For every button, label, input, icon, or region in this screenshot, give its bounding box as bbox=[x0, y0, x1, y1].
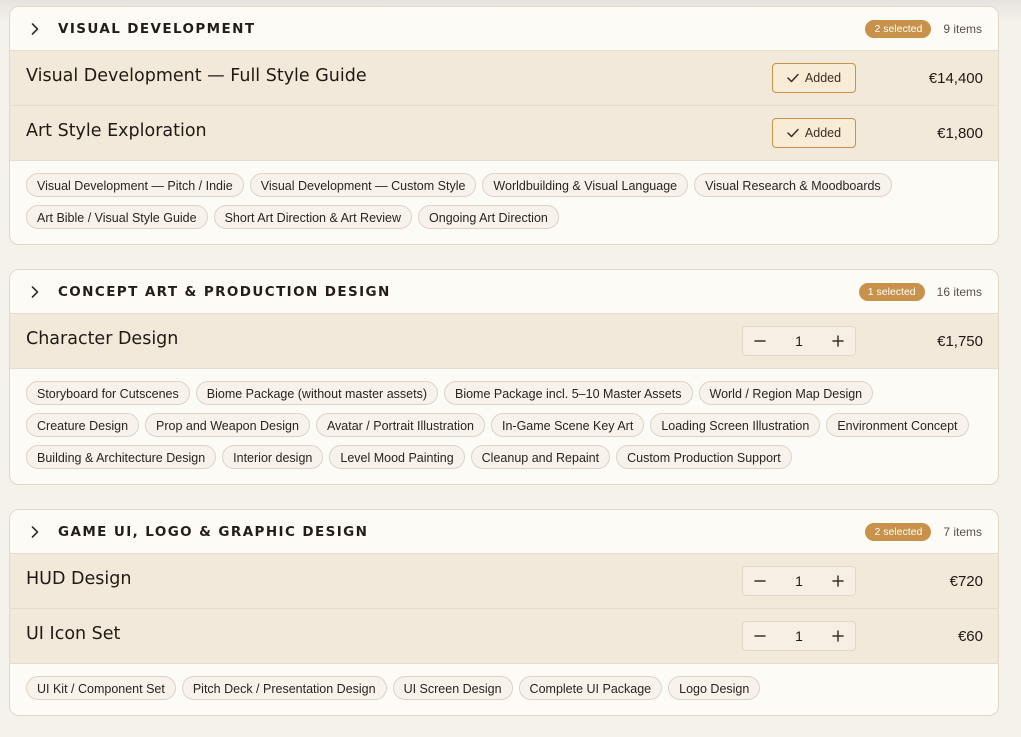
check-icon bbox=[787, 73, 799, 83]
selected-item-row: HUD Design 1 €720 bbox=[10, 554, 998, 609]
item-chip[interactable]: UI Kit / Component Set bbox=[26, 676, 176, 700]
quantity-stepper: 1 bbox=[742, 621, 856, 651]
item-chip[interactable]: Worldbuilding & Visual Language bbox=[482, 173, 689, 197]
section-concept-art: CONCEPT ART & PRODUCTION DESIGN 1 select… bbox=[9, 269, 999, 485]
quantity-stepper: 1 bbox=[742, 326, 856, 356]
quantity-value: 1 bbox=[795, 628, 803, 644]
item-price: €60 bbox=[957, 627, 983, 645]
quantity-value: 1 bbox=[795, 573, 803, 589]
selected-item-row: Visual Development — Full Style Guide Ad… bbox=[10, 51, 998, 106]
available-items: Storyboard for Cutscenes Biome Package (… bbox=[10, 369, 998, 479]
selected-badge: 2 selected bbox=[865, 19, 932, 38]
selected-item-row: Art Style Exploration Added €1,800 bbox=[10, 106, 998, 161]
item-chip[interactable]: Biome Package incl. 5–10 Master Assets bbox=[443, 381, 693, 405]
item-chip[interactable]: Cleanup and Repaint bbox=[470, 445, 611, 469]
selected-badge: 2 selected bbox=[865, 522, 932, 541]
item-chip[interactable]: Pitch Deck / Presentation Design bbox=[181, 676, 387, 700]
plus-icon bbox=[832, 335, 844, 347]
section-header[interactable]: VISUAL DEVELOPMENT 2 selected 9 items bbox=[10, 7, 998, 51]
item-chip[interactable]: Custom Production Support bbox=[616, 445, 792, 469]
item-count: 9 items bbox=[943, 21, 982, 36]
section-title: CONCEPT ART & PRODUCTION DESIGN bbox=[58, 283, 391, 300]
decrement-button[interactable] bbox=[743, 327, 777, 355]
item-chip[interactable]: Storyboard for Cutscenes bbox=[26, 381, 190, 405]
section-title: GAME UI, LOGO & GRAPHIC DESIGN bbox=[58, 523, 369, 540]
quantity-value: 1 bbox=[795, 333, 803, 349]
item-chip[interactable]: Logo Design bbox=[668, 676, 761, 700]
chevron-right-icon[interactable] bbox=[28, 285, 42, 299]
item-price: €720 bbox=[949, 572, 983, 590]
item-chip[interactable]: Prop and Weapon Design bbox=[145, 413, 310, 437]
check-icon bbox=[787, 128, 799, 138]
decrement-button[interactable] bbox=[743, 567, 777, 595]
selected-badge: 1 selected bbox=[858, 282, 925, 301]
available-items: Visual Development — Pitch / Indie Visua… bbox=[10, 161, 998, 239]
chevron-right-icon[interactable] bbox=[28, 525, 42, 539]
added-label: Added bbox=[804, 71, 842, 85]
item-price: €14,400 bbox=[928, 69, 983, 87]
selected-item-row: Character Design 1 €1,750 bbox=[10, 314, 998, 369]
minus-icon bbox=[754, 635, 766, 637]
item-chip[interactable]: Avatar / Portrait Illustration bbox=[315, 413, 485, 437]
selected-item-row: UI Icon Set 1 €60 bbox=[10, 609, 998, 664]
quantity-stepper: 1 bbox=[742, 566, 856, 596]
item-price: €1,750 bbox=[937, 332, 983, 350]
item-chip[interactable]: Ongoing Art Direction bbox=[418, 205, 559, 229]
item-chip[interactable]: Building & Architecture Design bbox=[26, 445, 217, 469]
minus-icon bbox=[754, 340, 766, 342]
item-chip[interactable]: Visual Development — Pitch / Indie bbox=[26, 173, 244, 197]
item-chip[interactable]: Creature Design bbox=[26, 413, 140, 437]
item-count: 7 items bbox=[943, 524, 982, 539]
section-header[interactable]: GAME UI, LOGO & GRAPHIC DESIGN 2 selecte… bbox=[10, 510, 998, 554]
item-count: 16 items bbox=[936, 284, 982, 299]
item-price: €1,800 bbox=[937, 124, 983, 142]
item-chip[interactable]: Visual Development — Custom Style bbox=[249, 173, 477, 197]
item-chip[interactable]: Biome Package (without master assets) bbox=[195, 381, 438, 405]
item-chip[interactable]: UI Screen Design bbox=[392, 676, 513, 700]
section-title: VISUAL DEVELOPMENT bbox=[58, 20, 256, 37]
increment-button[interactable] bbox=[821, 327, 855, 355]
added-button[interactable]: Added bbox=[772, 63, 856, 93]
item-chip[interactable]: World / Region Map Design bbox=[698, 381, 874, 405]
available-items: UI Kit / Component Set Pitch Deck / Pres… bbox=[10, 664, 998, 710]
increment-button[interactable] bbox=[821, 567, 855, 595]
item-chip[interactable]: Art Bible / Visual Style Guide bbox=[26, 205, 208, 229]
plus-icon bbox=[832, 575, 844, 587]
section-header[interactable]: CONCEPT ART & PRODUCTION DESIGN 1 select… bbox=[10, 270, 998, 314]
item-chip[interactable]: Interior design bbox=[222, 445, 324, 469]
added-button[interactable]: Added bbox=[772, 118, 856, 148]
item-chip[interactable]: Level Mood Painting bbox=[329, 445, 465, 469]
minus-icon bbox=[754, 580, 766, 582]
item-chip[interactable]: Loading Screen Illustration bbox=[650, 413, 821, 437]
section-game-ui: GAME UI, LOGO & GRAPHIC DESIGN 2 selecte… bbox=[9, 509, 999, 716]
plus-icon bbox=[832, 630, 844, 642]
item-chip[interactable]: In-Game Scene Key Art bbox=[491, 413, 645, 437]
decrement-button[interactable] bbox=[743, 622, 777, 650]
item-chip[interactable]: Visual Research & Moodboards bbox=[694, 173, 892, 197]
item-chip[interactable]: Short Art Direction & Art Review bbox=[213, 205, 413, 229]
increment-button[interactable] bbox=[821, 622, 855, 650]
added-label: Added bbox=[804, 126, 842, 140]
item-chip[interactable]: Environment Concept bbox=[826, 413, 969, 437]
chevron-right-icon[interactable] bbox=[28, 22, 42, 36]
item-chip[interactable]: Complete UI Package bbox=[518, 676, 663, 700]
section-visual-development: VISUAL DEVELOPMENT 2 selected 9 items Vi… bbox=[9, 6, 999, 245]
